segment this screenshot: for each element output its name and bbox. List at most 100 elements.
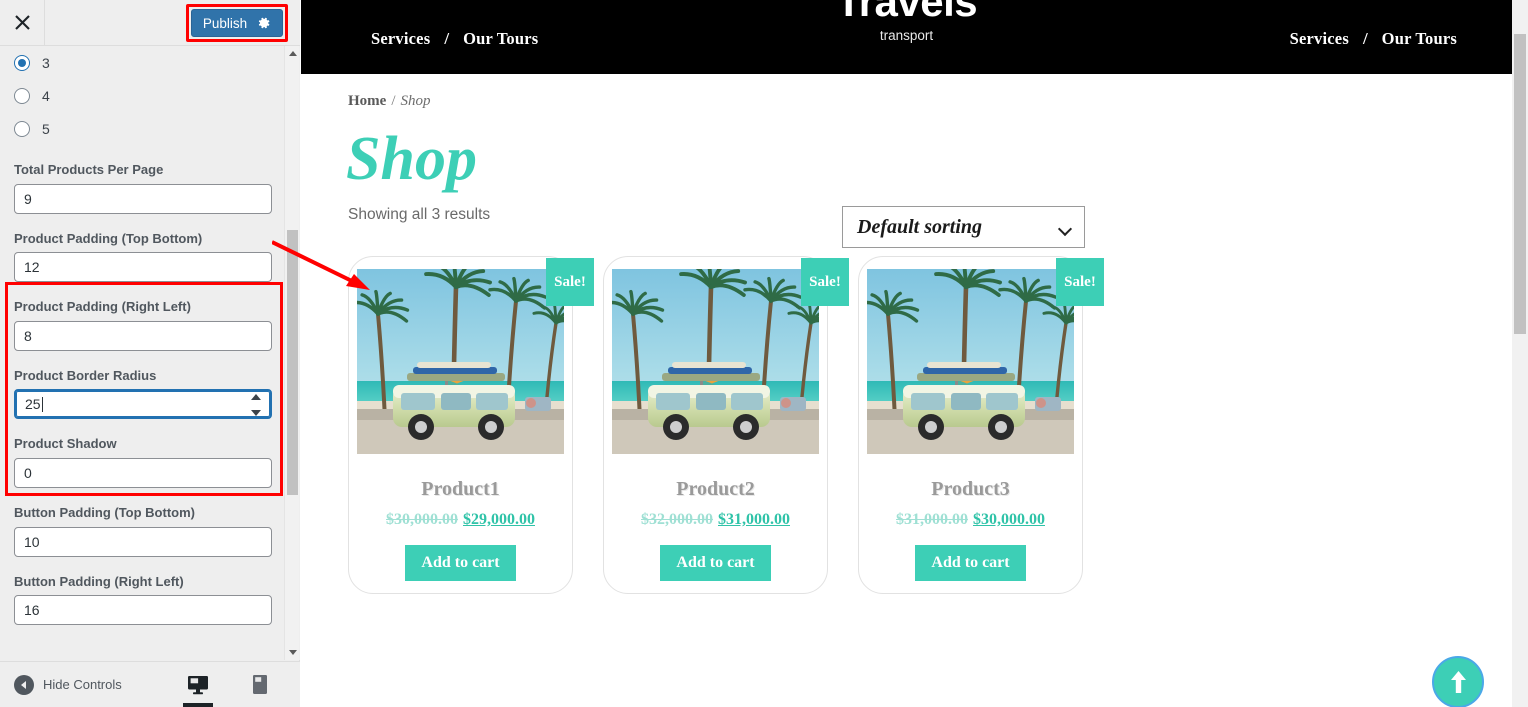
primary-nav-right: Services / Our Tours [1290,29,1457,49]
publish-button[interactable]: Publish [191,9,283,37]
sorting-select[interactable]: Default sorting [842,206,1085,248]
breadcrumb-current: Shop [400,93,431,109]
customizer-screen: Publish 3 4 5 Total Products Per Page 9 Prod… [0,0,1528,707]
breadcrumb-separator: / [391,93,396,109]
brand-name: Travels [835,0,978,25]
publish-highlight-box: Publish [186,4,288,42]
sidebar-scrollbar-thumb[interactable] [287,230,298,495]
gear-icon[interactable] [257,16,271,30]
product-thumbnail[interactable]: Sale! [612,258,849,454]
field-input[interactable]: 12 [14,252,272,283]
product-grid: Sale! Product1 $30,000.00 $29,000.00 Add to … [348,256,1104,594]
field-label: Product Padding (Top Bottom) [14,230,203,246]
product-image [867,269,1074,454]
device-desktop-button[interactable] [180,662,216,707]
text-caret [41,396,43,412]
site-logo[interactable]: Travels transport [835,0,978,44]
number-stepper[interactable] [248,394,264,417]
field-label: Total Products Per Page [14,162,164,177]
columns-radio-option-3[interactable]: 3 [14,46,286,79]
field-input[interactable]: 25 [14,389,272,420]
page-title: Shop [346,125,477,193]
product-card[interactable]: Sale! Product3 $31,000.00 $30,000.00 Add to … [858,256,1104,594]
breadcrumb-home[interactable]: Home [348,93,386,110]
product-image [357,269,564,454]
field-value: 10 [24,533,40,550]
nav-item-our-tours-right[interactable]: Our Tours [1382,29,1457,49]
product-image [612,269,819,454]
primary-nav-left: Services / Our Tours [371,29,538,49]
preview-scrollbar[interactable] [1512,0,1528,707]
sale-badge: Sale! [801,258,849,306]
field-label: Button Padding (Top Bottom) [14,504,195,520]
sidebar-footer: Hide Controls [0,661,327,707]
product-price: $32,000.00 $31,000.00 [641,511,790,529]
nav-item-services-right[interactable]: Services [1290,29,1349,49]
product-name[interactable]: Product3 [931,478,1010,501]
nav-item-services-left[interactable]: Services [371,29,430,49]
field-label: Button Padding (Right Left) [14,573,184,589]
device-tablet-button[interactable] [242,662,278,707]
nav-separator-right: / [1362,29,1368,48]
settings-fields: Total Products Per Page 9 Product Padding … [14,162,286,626]
site-content: Services / Our Tours Travels transport S… [301,0,1512,707]
price-original: $30,000.00 [386,511,458,528]
field-input[interactable]: 16 [14,595,272,626]
add-to-cart-button[interactable]: Add to cart [660,545,771,581]
site-preview-frame: Services / Our Tours Travels transport S… [301,0,1528,707]
hide-controls-button[interactable]: Hide Controls [14,674,122,695]
sorting-select-value: Default sorting [857,215,983,238]
arrow-up-icon [1450,671,1466,693]
product-price: $30,000.00 $29,000.00 [386,511,535,529]
field-label: Product Shadow [14,436,117,452]
add-to-cart-button[interactable]: Add to cart [915,545,1026,581]
columns-radio-option-5[interactable]: 5 [14,112,286,145]
price-original: $31,000.00 [896,511,968,528]
field-value: 9 [24,190,32,207]
result-count: Showing all 3 results [348,206,491,223]
close-icon[interactable] [0,0,45,45]
scroll-up-icon[interactable] [285,46,300,61]
field-input[interactable]: 9 [14,183,272,214]
stepper-up-icon[interactable] [251,394,261,401]
radio-label: 4 [42,87,50,104]
collapse-icon [14,674,34,695]
field-input[interactable]: 10 [14,526,272,557]
field-input[interactable]: 8 [14,320,272,351]
radio-label: 5 [42,120,50,137]
preview-scrollbar-thumb[interactable] [1514,34,1526,334]
controls-list: 3 4 5 Total Products Per Page 9 Product Padd… [0,46,300,626]
site-header: Services / Our Tours Travels transport S… [301,0,1512,74]
product-name[interactable]: Product2 [676,478,755,501]
chevron-down-icon [1060,224,1071,231]
field-input[interactable]: 0 [14,457,272,488]
scroll-down-icon[interactable] [285,645,300,660]
add-to-cart-button[interactable]: Add to cart [405,545,516,581]
radio-dot[interactable] [14,54,30,71]
columns-radio-option-4[interactable]: 4 [14,79,286,112]
sidebar-scrollbar[interactable] [284,46,299,660]
nav-item-our-tours-left[interactable]: Our Tours [463,29,538,49]
product-card[interactable]: Sale! Product1 $30,000.00 $29,000.00 Add to … [348,256,594,594]
product-thumbnail[interactable]: Sale! [357,258,594,454]
sidebar-scroll-pane[interactable]: 3 4 5 Total Products Per Page 9 Product Padd… [0,46,300,660]
publish-button-label: Publish [202,15,248,31]
price-sale: $31,000.00 [718,511,790,528]
product-card[interactable]: Sale! Product2 $32,000.00 $31,000.00 Add to … [603,256,849,594]
field-label: Product Padding (Right Left) [14,299,191,315]
price-sale: $30,000.00 [973,511,1045,528]
sale-badge: Sale! [546,258,594,306]
sale-badge: Sale! [1056,258,1104,306]
breadcrumb: Home / Shop [348,93,431,110]
columns-radio-group: 3 4 5 [14,46,286,145]
field-value: 8 [24,327,32,344]
field-label: Product Border Radius [14,367,157,383]
product-thumbnail[interactable]: Sale! [867,258,1104,454]
stepper-down-icon[interactable] [251,410,261,417]
radio-dot[interactable] [14,87,30,104]
back-to-top-button[interactable] [1432,656,1484,707]
field-value: 25 [25,396,41,413]
radio-dot[interactable] [14,120,30,137]
price-sale: $29,000.00 [463,511,535,528]
product-name[interactable]: Product1 [421,478,500,501]
